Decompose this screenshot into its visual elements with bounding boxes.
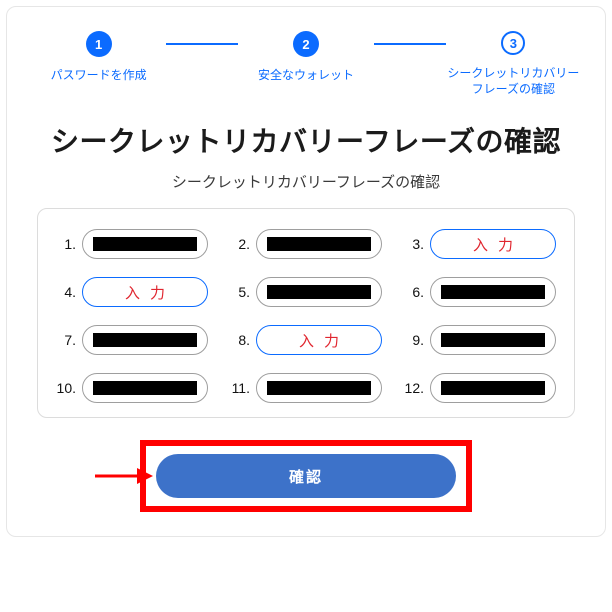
phrase-item-4: 4. 入力	[56, 277, 208, 307]
step-3-circle: 3	[501, 31, 525, 55]
phrase-number: 11.	[230, 380, 250, 396]
step-2-circle: 2	[293, 31, 319, 57]
phrase-input-hint: 入力	[289, 330, 349, 351]
page-title: シークレットリカバリーフレーズの確認	[25, 123, 587, 161]
phrase-item-8: 8. 入力	[230, 325, 382, 355]
phrase-word-9	[430, 325, 556, 355]
phrase-box: 1. 2. 3. 入力 4. 入力 5. 6. 7. 8. 入力 9. 10. 11. 12.	[37, 208, 575, 418]
redacted-word	[267, 381, 371, 395]
redacted-word	[441, 333, 545, 347]
redacted-word	[93, 381, 197, 395]
phrase-item-2: 2.	[230, 229, 382, 259]
phrase-number: 2.	[230, 236, 250, 252]
step-connector-2	[374, 43, 446, 45]
confirm-button-label: 確認	[289, 466, 323, 487]
step-1-label: パスワードを作成	[51, 67, 147, 83]
phrase-number: 12.	[404, 380, 424, 396]
phrase-item-12: 12.	[404, 373, 556, 403]
phrase-input-3[interactable]: 入力	[430, 229, 556, 259]
phrase-item-3: 3. 入力	[404, 229, 556, 259]
phrase-input-hint: 入力	[463, 234, 523, 255]
phrase-word-1	[82, 229, 208, 259]
annotation-arrow-icon	[93, 465, 153, 487]
redacted-word	[441, 285, 545, 299]
phrase-item-5: 5.	[230, 277, 382, 307]
step-2: 2 安全なウォレット	[238, 31, 373, 83]
step-1-circle: 1	[86, 31, 112, 57]
phrase-item-6: 6.	[404, 277, 556, 307]
confirm-button[interactable]: 確認	[156, 454, 456, 498]
phrase-item-1: 1.	[56, 229, 208, 259]
phrase-word-6	[430, 277, 556, 307]
redacted-word	[93, 237, 197, 251]
phrase-number: 10.	[56, 380, 76, 396]
phrase-input-hint: 入力	[115, 282, 175, 303]
phrase-word-10	[82, 373, 208, 403]
phrase-number: 1.	[56, 236, 76, 252]
step-connector-1	[166, 43, 238, 45]
phrase-number: 5.	[230, 284, 250, 300]
phrase-number: 7.	[56, 332, 76, 348]
redacted-word	[267, 237, 371, 251]
phrase-number: 4.	[56, 284, 76, 300]
step-1: 1 パスワードを作成	[31, 31, 166, 83]
phrase-grid: 1. 2. 3. 入力 4. 入力 5. 6. 7. 8. 入力 9. 10. 11. 12.	[56, 229, 556, 403]
phrase-input-4[interactable]: 入力	[82, 277, 208, 307]
redacted-word	[267, 285, 371, 299]
step-3-label: シークレットリカバリーフレーズの確認	[446, 65, 581, 97]
stepper: 1 パスワードを作成 2 安全なウォレット 3 シークレットリカバリーフレーズの…	[31, 31, 581, 97]
wallet-setup-card: 1 パスワードを作成 2 安全なウォレット 3 シークレットリカバリーフレーズの…	[6, 6, 606, 537]
phrase-word-5	[256, 277, 382, 307]
phrase-word-7	[82, 325, 208, 355]
phrase-input-8[interactable]: 入力	[256, 325, 382, 355]
page-subtitle: シークレットリカバリーフレーズの確認	[19, 171, 593, 192]
redacted-word	[441, 381, 545, 395]
phrase-word-12	[430, 373, 556, 403]
phrase-item-11: 11.	[230, 373, 382, 403]
redacted-word	[93, 333, 197, 347]
phrase-item-10: 10.	[56, 373, 208, 403]
phrase-word-11	[256, 373, 382, 403]
step-2-label: 安全なウォレット	[258, 67, 354, 83]
phrase-item-7: 7.	[56, 325, 208, 355]
phrase-word-2	[256, 229, 382, 259]
step-3: 3 シークレットリカバリーフレーズの確認	[446, 31, 581, 97]
phrase-number: 6.	[404, 284, 424, 300]
phrase-number: 3.	[404, 236, 424, 252]
confirm-area: 確認	[19, 440, 593, 512]
annotation-frame: 確認	[140, 440, 472, 512]
phrase-number: 9.	[404, 332, 424, 348]
phrase-item-9: 9.	[404, 325, 556, 355]
phrase-number: 8.	[230, 332, 250, 348]
